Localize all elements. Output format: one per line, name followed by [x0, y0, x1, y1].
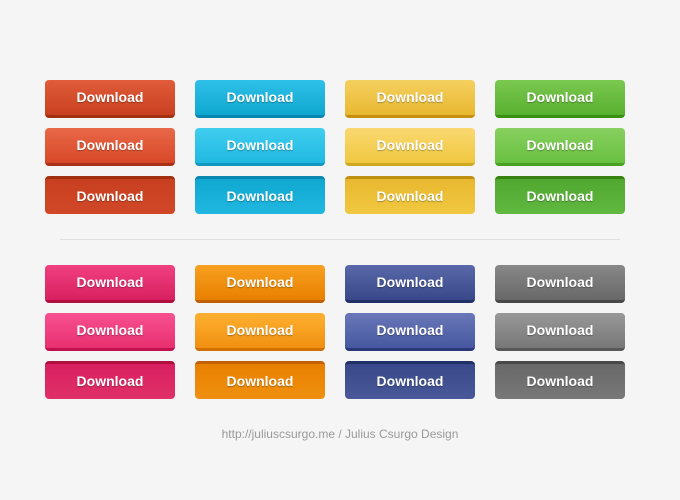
download-button-yellow-2[interactable]: Download	[345, 128, 475, 166]
download-button-pink-1[interactable]: Download	[45, 265, 175, 303]
download-button-gray-3[interactable]: Download	[495, 361, 625, 399]
download-button-red-1[interactable]: Download	[45, 80, 175, 118]
download-button-green-1[interactable]: Download	[495, 80, 625, 118]
download-button-gray-1[interactable]: Download	[495, 265, 625, 303]
download-button-green-2[interactable]: Download	[495, 128, 625, 166]
download-button-yellow-3[interactable]: Download	[345, 176, 475, 214]
button-grid-bottom: Download Download Download Download Download…	[15, 245, 665, 419]
main-container: Download Download Download Download Download…	[15, 60, 665, 441]
download-button-navy-3[interactable]: Download	[345, 361, 475, 399]
divider	[60, 239, 620, 240]
button-grid-top: Download Download Download Download Download…	[15, 60, 665, 234]
download-button-green-3[interactable]: Download	[495, 176, 625, 214]
download-button-cyan-1[interactable]: Download	[195, 80, 325, 118]
download-button-gray-2[interactable]: Download	[495, 313, 625, 351]
download-button-orange-3[interactable]: Download	[195, 361, 325, 399]
download-button-red-2[interactable]: Download	[45, 128, 175, 166]
download-button-navy-2[interactable]: Download	[345, 313, 475, 351]
download-button-cyan-2[interactable]: Download	[195, 128, 325, 166]
download-button-navy-1[interactable]: Download	[345, 265, 475, 303]
download-button-pink-2[interactable]: Download	[45, 313, 175, 351]
download-button-yellow-1[interactable]: Download	[345, 80, 475, 118]
download-button-cyan-3[interactable]: Download	[195, 176, 325, 214]
download-button-red-3[interactable]: Download	[45, 176, 175, 214]
download-button-orange-2[interactable]: Download	[195, 313, 325, 351]
download-button-pink-3[interactable]: Download	[45, 361, 175, 399]
footer-text: http://juliuscsurgo.me / Julius Csurgo D…	[222, 427, 459, 441]
download-button-orange-1[interactable]: Download	[195, 265, 325, 303]
